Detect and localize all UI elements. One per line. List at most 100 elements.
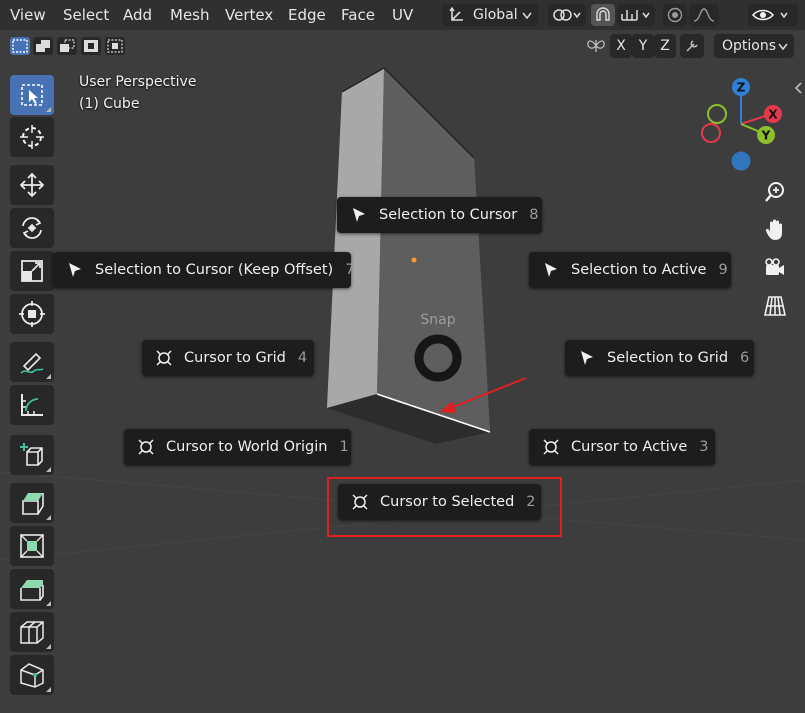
annotation-highlight-box xyxy=(327,477,562,537)
pie-selection-to-cursor-keep-offset[interactable]: Selection to Cursor (Keep Offset) 7 xyxy=(53,252,355,288)
pie-item-label: Cursor to World Origin xyxy=(166,439,328,455)
mirror-z-toggle[interactable]: Z xyxy=(654,34,676,58)
menu-vertex[interactable]: Vertex xyxy=(225,6,273,24)
select-intersect-icon xyxy=(107,39,123,53)
pie-cursor-to-world-origin[interactable]: Cursor to World Origin 1 xyxy=(124,429,351,465)
select-mode-intersect[interactable] xyxy=(105,37,125,55)
pie-cursor-to-grid[interactable]: Cursor to Grid 4 xyxy=(142,340,314,376)
zoom-icon xyxy=(765,182,784,202)
proportional-falloff-dropdown[interactable] xyxy=(689,4,719,26)
select-mode-subtract[interactable] xyxy=(57,37,77,55)
transform-orientation-dropdown[interactable]: Global xyxy=(442,4,538,26)
scale-icon xyxy=(21,260,43,282)
gizmo-y-axis[interactable]: Y xyxy=(757,126,775,144)
select-box-icon xyxy=(21,84,43,106)
tool-extrude[interactable] xyxy=(10,483,54,523)
gizmo-neg-x[interactable] xyxy=(701,123,721,143)
tool-select-box[interactable] xyxy=(10,75,54,115)
select-mode-invert[interactable] xyxy=(81,37,101,55)
gizmo-x-axis[interactable]: X xyxy=(764,105,782,123)
3d-cursor-icon xyxy=(20,125,44,149)
menu-add[interactable]: Add xyxy=(123,6,152,24)
tool-knife[interactable] xyxy=(10,655,54,695)
show-gizmo-dropdown[interactable] xyxy=(748,4,798,26)
pie-selection-to-cursor[interactable]: Selection to Cursor 8 xyxy=(337,197,542,233)
tool-loop-cut[interactable] xyxy=(10,612,54,652)
tool-annotate[interactable] xyxy=(10,342,54,382)
svg-text:Z: Z xyxy=(737,81,746,95)
chevron-down-icon xyxy=(778,43,788,51)
tool-scale[interactable] xyxy=(10,251,54,291)
chevron-left-icon[interactable] xyxy=(795,82,803,94)
tool-inset[interactable] xyxy=(10,526,54,566)
pie-item-shortcut: 7 xyxy=(345,262,355,278)
3d-cursor-icon xyxy=(154,348,174,368)
tool-add-cube[interactable] xyxy=(10,435,54,475)
pivot-point-dropdown[interactable] xyxy=(548,4,586,26)
mirror-y-toggle[interactable]: Y xyxy=(632,34,654,58)
menu-mesh[interactable]: Mesh xyxy=(170,6,210,24)
zoom-button[interactable] xyxy=(758,175,792,209)
tool-variants-indicator xyxy=(46,467,51,472)
select-subtract-icon xyxy=(60,39,75,52)
grid-perspective-icon xyxy=(764,296,786,316)
pie-item-shortcut: 3 xyxy=(699,439,709,455)
pie-cursor-to-active[interactable]: Cursor to Active 3 xyxy=(529,429,715,465)
knife-icon xyxy=(20,663,44,688)
pie-item-label: Selection to Cursor (Keep Offset) xyxy=(95,262,334,278)
snap-target-dropdown[interactable] xyxy=(617,4,655,26)
tool-cursor[interactable] xyxy=(10,117,54,157)
select-new-icon xyxy=(12,39,28,53)
pie-selection-to-active[interactable]: Selection to Active 9 xyxy=(529,252,731,288)
menu-edge[interactable]: Edge xyxy=(288,6,326,24)
cursor-arrow-icon xyxy=(541,260,561,280)
bevel-icon xyxy=(20,580,44,601)
mirror-x-toggle[interactable]: X xyxy=(610,34,632,58)
snap-increment-icon xyxy=(621,10,650,21)
3d-cursor-icon xyxy=(541,437,561,457)
menu-uv[interactable]: UV xyxy=(392,6,413,24)
tool-measure[interactable] xyxy=(10,385,54,425)
select-extend-icon xyxy=(36,40,50,52)
tool-move[interactable] xyxy=(10,165,54,205)
snap-toggle[interactable] xyxy=(591,4,615,26)
pivot-point-icon xyxy=(553,9,581,21)
tool-bevel[interactable] xyxy=(10,569,54,609)
gizmo-neg-z[interactable] xyxy=(731,151,751,171)
pie-menu-title: Snap xyxy=(420,312,456,328)
pie-item-label: Cursor to Active xyxy=(571,439,688,455)
menu-view[interactable]: View xyxy=(10,6,46,24)
extrude-icon xyxy=(22,493,44,515)
perspective-toggle-button[interactable] xyxy=(758,289,792,323)
ruler-icon xyxy=(21,394,43,416)
pie-item-shortcut: 4 xyxy=(297,350,308,366)
pie-selection-to-grid[interactable]: Selection to Grid 6 xyxy=(565,340,754,376)
mirror-toggle[interactable] xyxy=(584,34,608,58)
menu-face[interactable]: Face xyxy=(341,6,375,24)
tool-settings-dropdown[interactable] xyxy=(680,34,704,58)
options-dropdown[interactable]: Options xyxy=(714,34,794,58)
gizmo-z-axis[interactable]: Z xyxy=(732,78,750,96)
options-label: Options xyxy=(722,38,777,54)
wrench-icon xyxy=(686,40,698,52)
axis-y-label: Y xyxy=(638,38,648,54)
3d-viewport[interactable]: View Select Add Mesh Vertex Edge Face UV… xyxy=(0,0,805,713)
proportional-edit-toggle[interactable] xyxy=(663,4,687,26)
tool-transform[interactable] xyxy=(10,294,54,334)
pie-item-label: Cursor to Grid xyxy=(184,350,286,366)
proportional-edit-icon xyxy=(667,7,683,23)
header-menubar: View Select Add Mesh Vertex Edge Face UV… xyxy=(0,0,805,30)
gizmo-neg-y[interactable] xyxy=(707,104,727,124)
select-mode-new[interactable] xyxy=(10,37,30,55)
pie-item-shortcut: 1 xyxy=(339,439,349,455)
select-mode-extend[interactable] xyxy=(33,37,53,55)
add-cube-icon xyxy=(20,443,43,466)
tool-rotate[interactable] xyxy=(10,208,54,248)
pencil-icon xyxy=(20,352,44,374)
svg-text:Y: Y xyxy=(761,129,771,143)
pan-button[interactable] xyxy=(758,213,792,247)
inset-faces-icon xyxy=(20,534,44,558)
menu-select[interactable]: Select xyxy=(63,6,109,24)
camera-view-button[interactable] xyxy=(758,251,792,285)
navigation-gizmo[interactable]: Z X Y xyxy=(695,74,791,174)
